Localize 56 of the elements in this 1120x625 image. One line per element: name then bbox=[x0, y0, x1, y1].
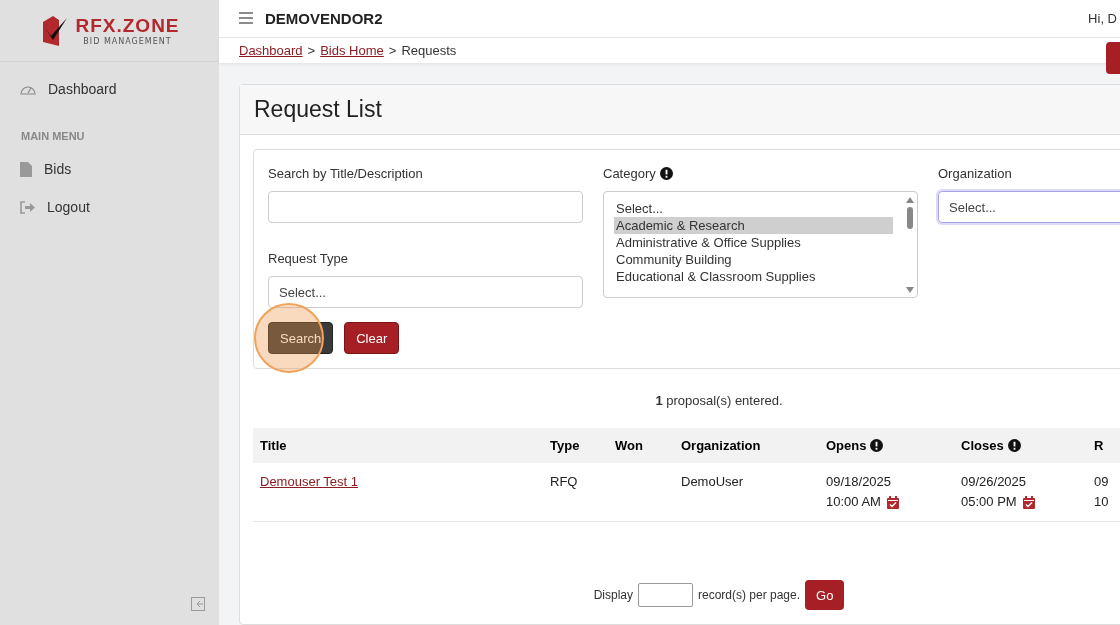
sidebar-item[interactable]: Bids bbox=[0, 150, 219, 188]
result-count: 1 proposal(s) entered. bbox=[654, 393, 784, 408]
brand-tagline: BID MANAGEMENT bbox=[83, 37, 172, 46]
column-header: Won bbox=[608, 428, 674, 463]
pager-label: Display bbox=[593, 588, 633, 602]
info-icon[interactable] bbox=[870, 439, 884, 452]
list-option[interactable]: Community Building bbox=[614, 251, 893, 268]
records-per-page-field[interactable] bbox=[638, 583, 693, 607]
field-label: Organization bbox=[938, 166, 1013, 181]
table-cell: DemoUser bbox=[674, 463, 819, 522]
brand-name: RFX.ZONE bbox=[75, 15, 180, 37]
table-cell: 09 10 bbox=[1087, 463, 1120, 522]
menu-icon[interactable] bbox=[239, 12, 253, 25]
scrollbar-icon[interactable] bbox=[905, 195, 915, 295]
column-header: Opens bbox=[819, 428, 954, 463]
calendar-check-icon[interactable] bbox=[886, 496, 899, 510]
vendor-name: DEMOVENDOR2 bbox=[265, 9, 383, 27]
page-title: Request List bbox=[254, 96, 382, 123]
calendar-check-icon[interactable] bbox=[1022, 496, 1035, 510]
breadcrumb-separator: > bbox=[307, 42, 316, 58]
breadcrumb-link[interactable]: Dashboard bbox=[239, 42, 303, 58]
list-option[interactable]: Educational & Classroom Supplies bbox=[614, 268, 893, 285]
sidebar-item[interactable]: Logout bbox=[0, 188, 219, 226]
search-field[interactable] bbox=[268, 191, 583, 223]
category-listbox[interactable]: Select... Academic & Research Administrative & Office Supplies Community Building Educational & Classroom Supplies bbox=[603, 191, 918, 298]
list-option[interactable]: Select... bbox=[614, 200, 893, 217]
column-header: Type bbox=[543, 428, 608, 463]
column-header: Title bbox=[253, 428, 543, 463]
greeting: Hi, D bbox=[1088, 10, 1117, 26]
breadcrumb-current: Requests bbox=[401, 42, 457, 58]
section-heading: MAIN MENU bbox=[20, 129, 86, 144]
column-header: Organization bbox=[674, 428, 819, 463]
table-cell: 09/18/2025 10:00 AM bbox=[819, 463, 954, 522]
field-label: Request Type bbox=[268, 251, 349, 266]
go-button[interactable]: Go bbox=[805, 580, 845, 610]
request-link[interactable]: Demouser Test 1 bbox=[260, 474, 359, 489]
breadcrumb-separator: > bbox=[388, 42, 397, 58]
request-type-select[interactable]: Select... bbox=[268, 276, 583, 308]
column-header: Closes bbox=[954, 428, 1087, 463]
table-cell: RFQ bbox=[543, 463, 608, 522]
organization-select[interactable]: Select... bbox=[938, 191, 1120, 223]
clear-button[interactable]: Clear bbox=[344, 322, 400, 354]
info-icon[interactable] bbox=[1007, 439, 1021, 452]
field-label: Search by Title/Description bbox=[268, 166, 424, 181]
column-header: R bbox=[1087, 428, 1120, 463]
sidebar-item[interactable]: Dashboard bbox=[0, 70, 219, 108]
table-cell: 09/26/2025 05:00 PM bbox=[954, 463, 1087, 522]
list-option[interactable]: Administrative & Office Supplies bbox=[614, 234, 893, 251]
logout-icon bbox=[20, 200, 35, 214]
list-option[interactable]: Academic & Research bbox=[614, 217, 893, 234]
breadcrumb-link[interactable]: Bids Home bbox=[320, 42, 384, 58]
document-icon bbox=[20, 161, 32, 177]
pager-label: record(s) per page. bbox=[698, 588, 801, 602]
field-label: Category bbox=[603, 166, 656, 181]
search-button[interactable]: Search bbox=[268, 322, 334, 354]
info-icon[interactable] bbox=[659, 167, 673, 180]
